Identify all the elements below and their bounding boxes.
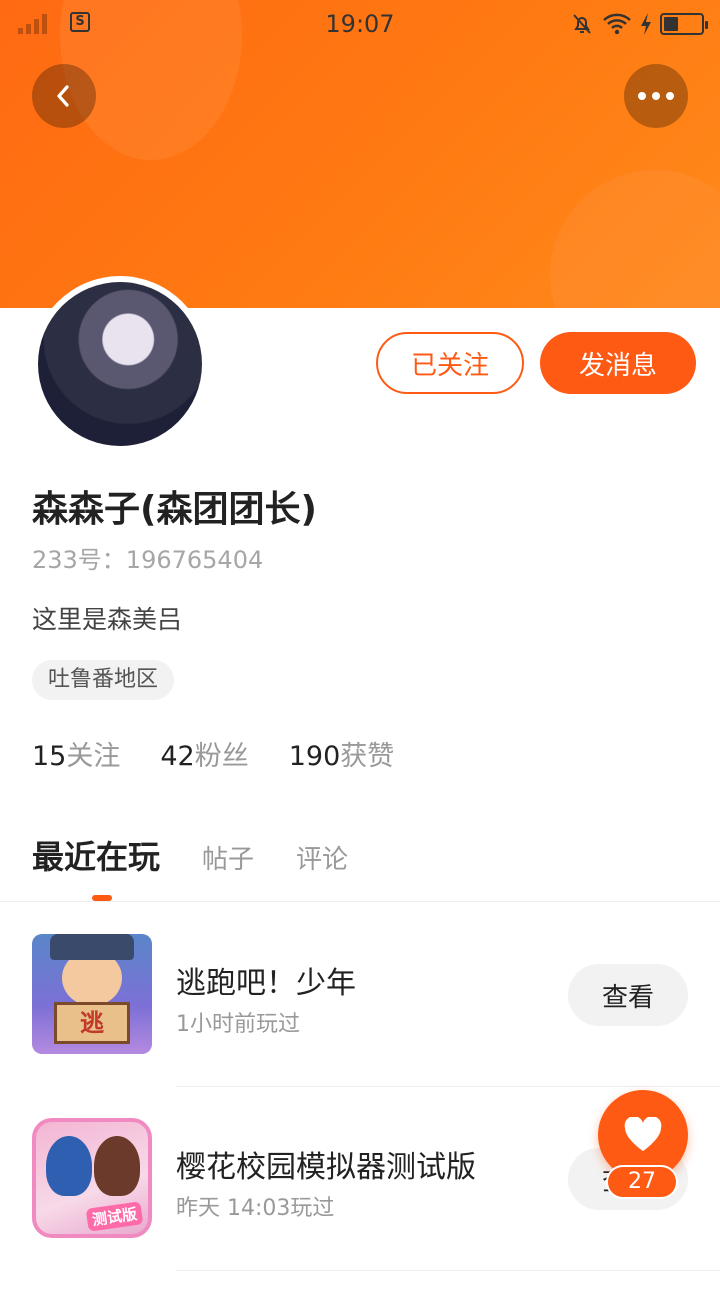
stat-fans-label: 粉丝 <box>194 741 249 772</box>
game-name: 樱花校园模拟器测试版 <box>176 1150 476 1185</box>
profile-tabs: 最近在玩 帖子 评论 <box>32 832 348 878</box>
avatar-image <box>38 282 202 446</box>
tab-comments[interactable]: 评论 <box>296 839 348 876</box>
row-divider <box>176 1086 720 1087</box>
profile-uid: 233号：196765404 <box>32 546 264 574</box>
chevron-left-icon <box>57 85 69 107</box>
tab-recently-played[interactable]: 最近在玩 <box>32 832 160 878</box>
game-icon: 测试版 <box>32 1118 152 1238</box>
profile-header-banner: S 19:07 <box>0 0 720 308</box>
list-item[interactable]: 逃 逃跑吧！少年 1小时前玩过 查看 <box>0 934 720 1120</box>
profile-stats: 15关注 42粉丝 190获赞 <box>32 734 394 773</box>
stat-likes-label: 获赞 <box>340 741 395 772</box>
stat-likes[interactable]: 190获赞 <box>289 734 395 773</box>
stat-fans-value: 42 <box>160 741 195 772</box>
tabs-divider <box>0 901 720 902</box>
game-icon-text: 测试版 <box>85 1201 144 1232</box>
row-divider <box>176 1270 720 1271</box>
profile-bio: 这里是森美吕 <box>32 605 183 634</box>
send-message-button[interactable]: 发消息 <box>540 332 696 394</box>
stat-fans[interactable]: 42粉丝 <box>160 734 248 773</box>
banner-decoration <box>550 170 720 308</box>
stat-likes-value: 190 <box>288 741 341 772</box>
game-played-time: 昨天 14:03玩过 <box>176 1196 335 1221</box>
game-played-time: 1小时前玩过 <box>176 1012 300 1037</box>
tab-posts[interactable]: 帖子 <box>202 839 254 876</box>
game-icon-text: 逃 <box>54 1002 130 1044</box>
profile-name: 森森子(森团团长) <box>32 489 317 530</box>
followed-button[interactable]: 已关注 <box>376 332 524 394</box>
stat-following[interactable]: 15关注 <box>32 734 120 773</box>
battery-icon <box>660 13 708 35</box>
stat-following-label: 关注 <box>66 741 121 772</box>
more-button[interactable] <box>624 64 688 128</box>
view-game-button[interactable]: 查看 <box>568 964 688 1026</box>
like-count-badge: 27 <box>606 1165 678 1199</box>
location-tag: 吐鲁番地区 <box>32 660 175 700</box>
mute-bell-icon <box>573 14 591 34</box>
stat-following-value: 15 <box>32 741 67 772</box>
heart-icon <box>624 1117 662 1151</box>
charging-icon <box>641 13 651 35</box>
back-button[interactable] <box>32 64 96 128</box>
game-name: 逃跑吧！少年 <box>176 966 356 1001</box>
wifi-icon <box>603 13 631 35</box>
avatar[interactable] <box>32 276 208 452</box>
game-icon: 逃 <box>32 934 152 1054</box>
status-bar: S 19:07 <box>0 0 720 50</box>
ellipsis-icon <box>638 92 674 100</box>
